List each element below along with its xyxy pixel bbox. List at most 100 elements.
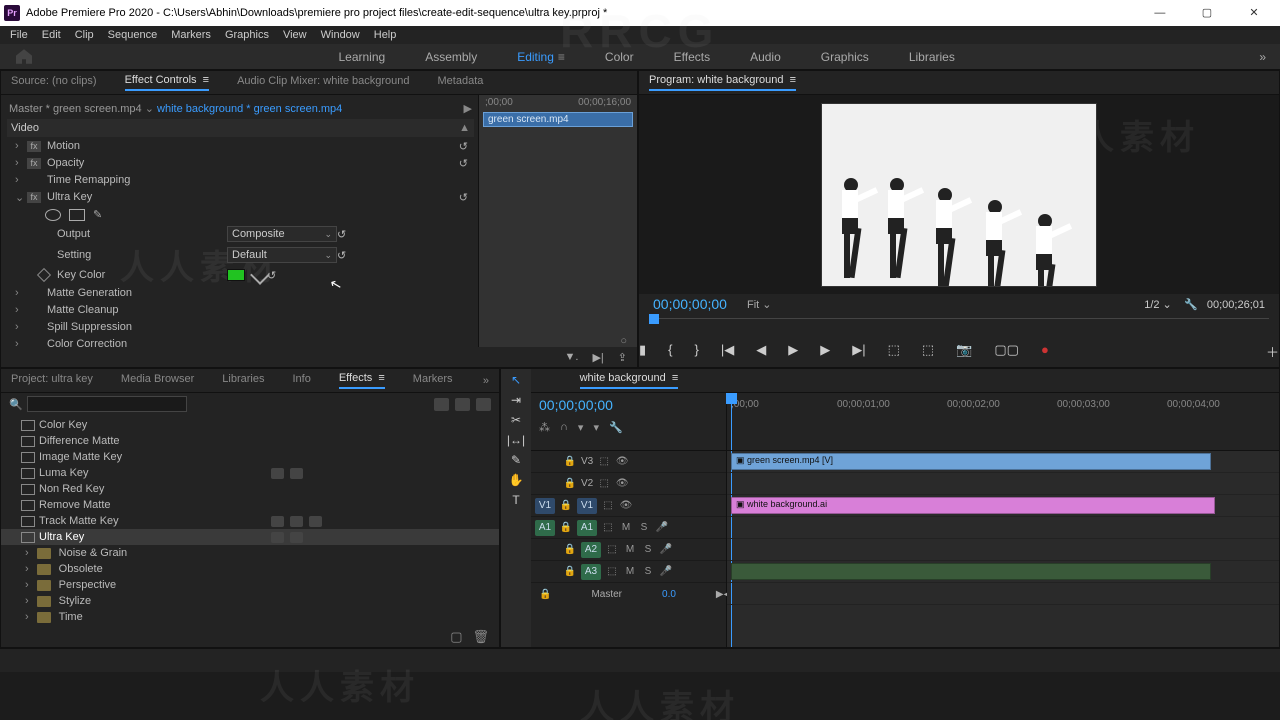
home-icon[interactable] bbox=[14, 48, 34, 66]
tab-audio-mixer[interactable]: Audio Clip Mixer: white background bbox=[237, 75, 409, 90]
effect-item[interactable]: Ultra Key bbox=[1, 529, 499, 545]
menu-window[interactable]: Window bbox=[321, 29, 360, 41]
selection-tool-icon[interactable]: ↖ bbox=[511, 373, 521, 387]
ec-ultra-key[interactable]: ⌄fxUltra Key↺ bbox=[7, 189, 474, 205]
ripple-tool-icon[interactable]: ✂ bbox=[511, 413, 521, 427]
menu-help[interactable]: Help bbox=[374, 29, 397, 41]
effect-folder[interactable]: ›Time bbox=[1, 609, 499, 625]
mark-in-icon[interactable]: ▮ bbox=[639, 342, 646, 361]
effect-folder[interactable]: ›Perspective bbox=[1, 577, 499, 593]
marker-icon[interactable]: { bbox=[668, 342, 672, 361]
program-scale[interactable]: 1/2 bbox=[1144, 299, 1159, 311]
playhead[interactable] bbox=[731, 393, 732, 450]
tab-media-browser[interactable]: Media Browser bbox=[121, 373, 194, 388]
effect-item[interactable]: Track Matte Key bbox=[1, 513, 499, 529]
tab-effect-controls[interactable]: Effect Controls ≡ bbox=[125, 74, 209, 91]
effect-folder[interactable]: ›Stylize bbox=[1, 593, 499, 609]
tab-effects[interactable]: Effects ≡ bbox=[339, 372, 385, 389]
trash-icon[interactable]: 🗑 bbox=[472, 629, 489, 645]
menu-file[interactable]: File bbox=[10, 29, 28, 41]
clip-v3[interactable]: ▣ green screen.mp4 [V] bbox=[731, 453, 1211, 470]
effect-folder[interactable]: ›Noise & Grain bbox=[1, 545, 499, 561]
snap-icon[interactable]: ⁂ bbox=[539, 421, 550, 434]
timeline-tracks[interactable]: ▣ green screen.mp4 [V] ▣ white backgroun… bbox=[727, 451, 1279, 647]
compare-icon[interactable]: ▢▢ bbox=[994, 342, 1019, 361]
ec-opacity[interactable]: ›fxOpacity↺ bbox=[7, 155, 474, 171]
menu-sequence[interactable]: Sequence bbox=[108, 29, 158, 41]
ellipse-mask-icon[interactable] bbox=[45, 209, 61, 221]
effect-item[interactable]: Color Key bbox=[1, 417, 499, 433]
rect-mask-icon[interactable] bbox=[69, 209, 85, 221]
key-color-swatch[interactable] bbox=[227, 269, 245, 281]
new-bin-icon[interactable]: ▢ bbox=[450, 629, 462, 645]
output-dropdown[interactable]: Composite bbox=[227, 226, 337, 242]
ec-mini-clip[interactable]: green screen.mp4 bbox=[483, 112, 633, 127]
wrench-icon[interactable]: 🔧 bbox=[609, 421, 623, 434]
tab-metadata[interactable]: Metadata bbox=[438, 75, 484, 90]
effect-item[interactable]: Remove Matte bbox=[1, 497, 499, 513]
ec-time-remap[interactable]: ›Time Remapping bbox=[7, 172, 474, 188]
tab-libraries[interactable]: Libraries bbox=[222, 373, 264, 388]
menu-clip[interactable]: Clip bbox=[75, 29, 94, 41]
go-out-icon[interactable]: ▶| bbox=[852, 342, 865, 361]
clip-v1[interactable]: ▣ white background.ai bbox=[731, 497, 1215, 514]
lift-icon[interactable]: ⬚ bbox=[888, 342, 900, 361]
effect-item[interactable]: Non Red Key bbox=[1, 481, 499, 497]
marker-out-icon[interactable]: } bbox=[695, 342, 699, 361]
camera-icon[interactable]: 📷 bbox=[956, 342, 972, 361]
filter-icon[interactable]: ▼. bbox=[565, 351, 579, 363]
play-icon[interactable]: ▶ bbox=[788, 342, 798, 361]
program-zoom[interactable]: Fit ⌄ bbox=[747, 298, 797, 311]
close-button[interactable]: ✕ bbox=[1232, 0, 1276, 26]
pen-mask-icon[interactable]: ✎ bbox=[93, 208, 102, 221]
setting-dropdown[interactable]: Default bbox=[227, 247, 337, 263]
tab-sequence[interactable]: white background ≡ bbox=[580, 372, 679, 389]
workspace-overflow-icon[interactable]: » bbox=[1259, 50, 1266, 64]
ws-assembly[interactable]: Assembly bbox=[425, 50, 477, 64]
settings-icon[interactable]: ▾ bbox=[593, 421, 599, 434]
tab-info[interactable]: Info bbox=[292, 373, 310, 388]
go-in-icon[interactable]: |◀ bbox=[721, 342, 734, 361]
step-back-icon[interactable]: ◀ bbox=[756, 342, 766, 361]
effect-item[interactable]: Luma Key bbox=[1, 465, 499, 481]
minimize-button[interactable]: — bbox=[1138, 0, 1182, 26]
marker-add-icon[interactable]: ▾ bbox=[578, 421, 584, 434]
track-select-tool-icon[interactable]: ⇥ bbox=[511, 393, 521, 407]
effect-folder[interactable]: ›Obsolete bbox=[1, 561, 499, 577]
ec-color-corr[interactable]: ›Color Correction bbox=[7, 336, 474, 347]
tab-source[interactable]: Source: (no clips) bbox=[11, 75, 97, 90]
menu-graphics[interactable]: Graphics bbox=[225, 29, 269, 41]
effect-item[interactable]: Difference Matte bbox=[1, 433, 499, 449]
link-icon[interactable]: ∩ bbox=[560, 421, 568, 434]
badge-32[interactable] bbox=[434, 398, 449, 411]
panel-overflow-icon[interactable]: » bbox=[483, 375, 489, 387]
ws-learning[interactable]: Learning bbox=[338, 50, 385, 64]
keyframe-toggle-icon[interactable] bbox=[37, 268, 51, 282]
ws-audio[interactable]: Audio bbox=[750, 50, 781, 64]
ec-matte-clean[interactable]: ›Matte Cleanup bbox=[7, 302, 474, 318]
timeline-timecode[interactable]: 00;00;00;00 bbox=[539, 397, 613, 413]
menu-view[interactable]: View bbox=[283, 29, 307, 41]
record-icon[interactable]: ● bbox=[1041, 342, 1049, 361]
ws-graphics[interactable]: Graphics bbox=[821, 50, 869, 64]
badge-accel[interactable] bbox=[455, 398, 470, 411]
slip-tool-icon[interactable]: |↔| bbox=[507, 433, 525, 447]
play-only-icon[interactable]: ▶| bbox=[592, 351, 603, 364]
menu-edit[interactable]: Edit bbox=[42, 29, 61, 41]
tab-project[interactable]: Project: ultra key bbox=[11, 373, 93, 388]
badge-yuv[interactable] bbox=[476, 398, 491, 411]
ec-spill[interactable]: ›Spill Suppression bbox=[7, 319, 474, 335]
ws-color[interactable]: Color bbox=[605, 50, 634, 64]
ws-editing[interactable]: Editing≡ bbox=[517, 50, 565, 64]
effects-search-input[interactable] bbox=[27, 396, 187, 412]
program-viewer[interactable] bbox=[821, 103, 1097, 287]
add-button-icon[interactable]: ＋ bbox=[1266, 342, 1279, 361]
tab-program[interactable]: Program: white background ≡ bbox=[649, 74, 796, 91]
step-fwd-icon[interactable]: ▶ bbox=[820, 342, 830, 361]
ec-motion[interactable]: ›fxMotion↺ bbox=[7, 138, 474, 154]
program-timecode[interactable]: 00;00;00;00 bbox=[653, 296, 727, 312]
menu-markers[interactable]: Markers bbox=[171, 29, 211, 41]
timeline-ruler[interactable]: ;00;00 00;00;01;00 00;00;02;00 00;00;03;… bbox=[727, 393, 1279, 450]
clip-a3[interactable] bbox=[731, 563, 1211, 580]
program-scrub[interactable] bbox=[649, 318, 1269, 332]
